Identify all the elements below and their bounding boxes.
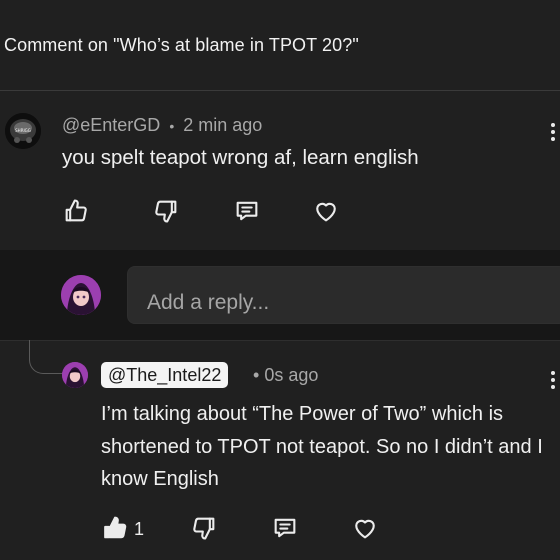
- avatar[interactable]: SHRIGG: [5, 113, 41, 149]
- divider: [0, 90, 560, 91]
- comment-time: 2 min ago: [183, 115, 263, 135]
- thread-connector: [29, 340, 64, 374]
- reply-meta: • 0s ago: [253, 365, 318, 386]
- thumbs-down-icon[interactable]: [152, 197, 182, 227]
- more-vertical-icon[interactable]: [550, 123, 556, 145]
- avatar-label: SHRIGG: [15, 128, 31, 133]
- comment-meta: @eEnterGD • 2 min ago: [62, 115, 262, 136]
- reply-time: 0s ago: [264, 365, 319, 385]
- divider: [0, 340, 560, 341]
- thumbs-up-icon[interactable]: [62, 197, 92, 227]
- like-count: 1: [134, 519, 145, 539]
- thumbs-down-icon[interactable]: [190, 514, 220, 544]
- reply-author-mention[interactable]: @The_Intel22: [101, 362, 229, 388]
- reply-text: I’m talking about “The Power of Two” whi…: [101, 403, 543, 490]
- page-title: Comment on "Who’s at blame in TPOT 20?": [4, 35, 359, 55]
- reply-icon[interactable]: [271, 514, 301, 544]
- more-vertical-icon[interactable]: [550, 371, 556, 393]
- separator-dot: •: [253, 365, 260, 385]
- heart-icon[interactable]: [351, 514, 381, 544]
- avatar[interactable]: [62, 362, 88, 388]
- separator-dot: •: [169, 118, 175, 134]
- avatar[interactable]: [61, 275, 101, 315]
- thumbs-up-icon[interactable]: [101, 514, 131, 544]
- reply-input[interactable]: [127, 266, 560, 324]
- heart-icon[interactable]: [312, 197, 342, 227]
- comment-author[interactable]: @eEnterGD: [62, 115, 160, 135]
- comment-text: you spelt teapot wrong af, learn english: [62, 146, 419, 169]
- reply-icon[interactable]: [233, 197, 263, 227]
- reply-actions: 1: [101, 514, 391, 544]
